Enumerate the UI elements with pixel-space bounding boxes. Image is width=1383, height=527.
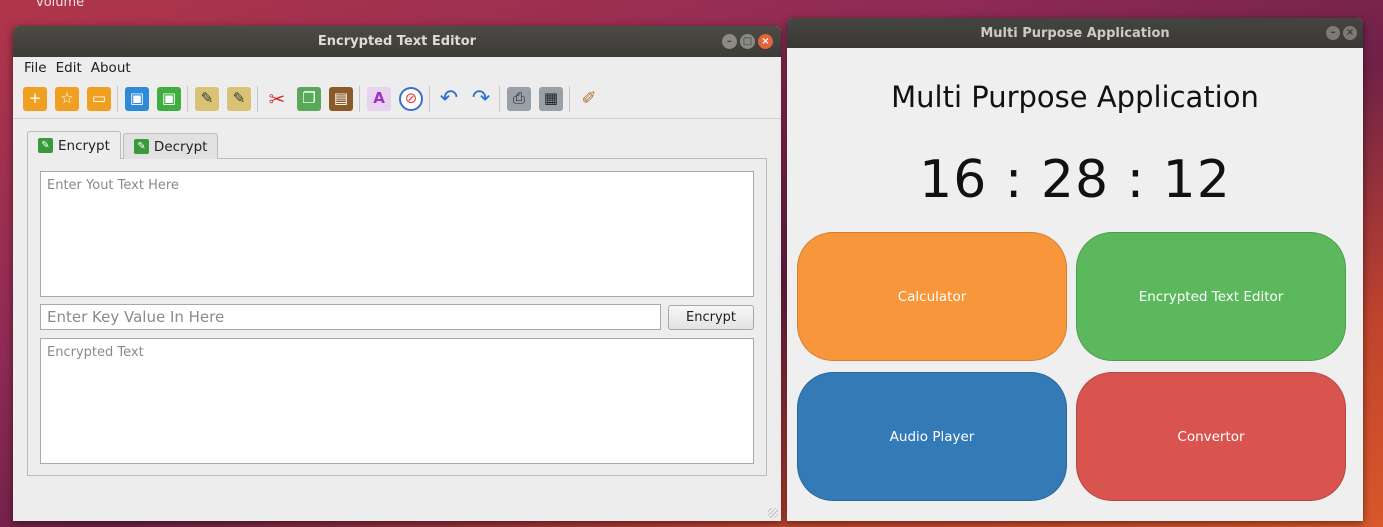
maximize-icon[interactable]: □ (740, 34, 755, 49)
menubar: File Edit About (13, 57, 781, 79)
resize-grip[interactable] (768, 508, 778, 518)
decrypt-tab-icon: ✎ (133, 139, 149, 154)
save-icon[interactable]: ▣ (125, 86, 149, 111)
toolbar-separator (429, 85, 430, 112)
tab-encrypt[interactable]: ✎ Encrypt (27, 131, 121, 159)
toolbar-separator (359, 85, 360, 112)
encrypt-tab-pane: Enter Yout Text Here Enter Key Value In … (27, 158, 767, 476)
editor-window-controls: – □ × (722, 34, 773, 49)
tab-decrypt[interactable]: ✎ Decrypt (122, 133, 219, 159)
convertor-button[interactable]: Convertor (1076, 372, 1346, 501)
editor-window-title: Encrypted Text Editor (317, 34, 477, 49)
editor-window: Encrypted Text Editor – □ × File Edit Ab… (13, 26, 781, 521)
tab-bar: ✎ Encrypt ✎ Decrypt (27, 131, 767, 159)
app-window: Multi Purpose Application – × Multi Purp… (787, 18, 1363, 521)
copy-icon[interactable]: ❐ (297, 86, 321, 111)
cut-icon[interactable]: ✂ (265, 87, 289, 111)
tab-decrypt-label: Decrypt (153, 138, 208, 155)
menu-edit[interactable]: Edit (56, 60, 82, 76)
editor-titlebar[interactable]: Encrypted Text Editor – □ × (13, 26, 781, 57)
encrypted-text-editor-button[interactable]: Encrypted Text Editor (1076, 232, 1346, 361)
open-folder-icon[interactable]: ▭ (87, 86, 111, 111)
encrypt-button[interactable]: Encrypt (668, 305, 754, 330)
close-icon[interactable]: × (758, 34, 773, 49)
app-titlebar[interactable]: Multi Purpose Application – × (787, 18, 1363, 48)
app-heading: Multi Purpose Application (891, 80, 1259, 114)
save-as-icon[interactable]: ▣ (157, 86, 181, 111)
menu-about[interactable]: About (91, 60, 131, 76)
color-icon[interactable]: ⊘ (399, 86, 423, 111)
new-folder-icon[interactable]: + (23, 86, 47, 111)
redo-icon[interactable]: ↷ (469, 87, 493, 111)
encrypt-tab-icon: ✎ (38, 138, 53, 153)
decrypt-file-icon[interactable]: ✎ (227, 86, 251, 111)
key-input[interactable]: Enter Key Value In Here (40, 304, 661, 330)
paste-icon[interactable]: ▤ (329, 86, 353, 111)
font-icon[interactable]: A (367, 86, 391, 111)
toolbar-separator (569, 85, 570, 112)
undo-icon[interactable]: ↶ (437, 87, 461, 111)
app-window-title: Multi Purpose Application (980, 25, 1170, 41)
app-window-controls: – × (1326, 26, 1357, 40)
audio-player-button[interactable]: Audio Player (797, 372, 1067, 501)
print-preview-icon[interactable]: ▦ (539, 86, 563, 111)
encrypted-output-area[interactable]: Encrypted Text (40, 338, 754, 464)
calculator-button[interactable]: Calculator (797, 232, 1067, 361)
minimize-icon[interactable]: – (1326, 26, 1340, 40)
toolbar: + ☆ ▭ ▣ ▣ ✎ ✎ ✂ ❐ ▤ A ⊘ ↶ ↷ ⎙ ▦ ✐ (13, 79, 781, 119)
favorite-folder-icon[interactable]: ☆ (55, 86, 79, 111)
menu-file[interactable]: File (24, 60, 47, 76)
input-text-area[interactable]: Enter Yout Text Here (40, 171, 754, 297)
encrypt-file-icon[interactable]: ✎ (195, 86, 219, 111)
toolbar-separator (187, 85, 188, 112)
desktop-label: volume (36, 0, 85, 10)
print-icon[interactable]: ⎙ (507, 86, 531, 111)
clear-icon[interactable]: ✐ (577, 87, 601, 111)
close-icon[interactable]: × (1343, 26, 1357, 40)
clock-display: 16 : 28 : 12 (919, 150, 1231, 210)
toolbar-separator (499, 85, 500, 112)
tab-encrypt-label: Encrypt (58, 137, 110, 154)
toolbar-separator (117, 85, 118, 112)
toolbar-separator (257, 85, 258, 112)
editor-content: ✎ Encrypt ✎ Decrypt Enter Yout Text Here… (13, 119, 781, 488)
minimize-icon[interactable]: – (722, 34, 737, 49)
